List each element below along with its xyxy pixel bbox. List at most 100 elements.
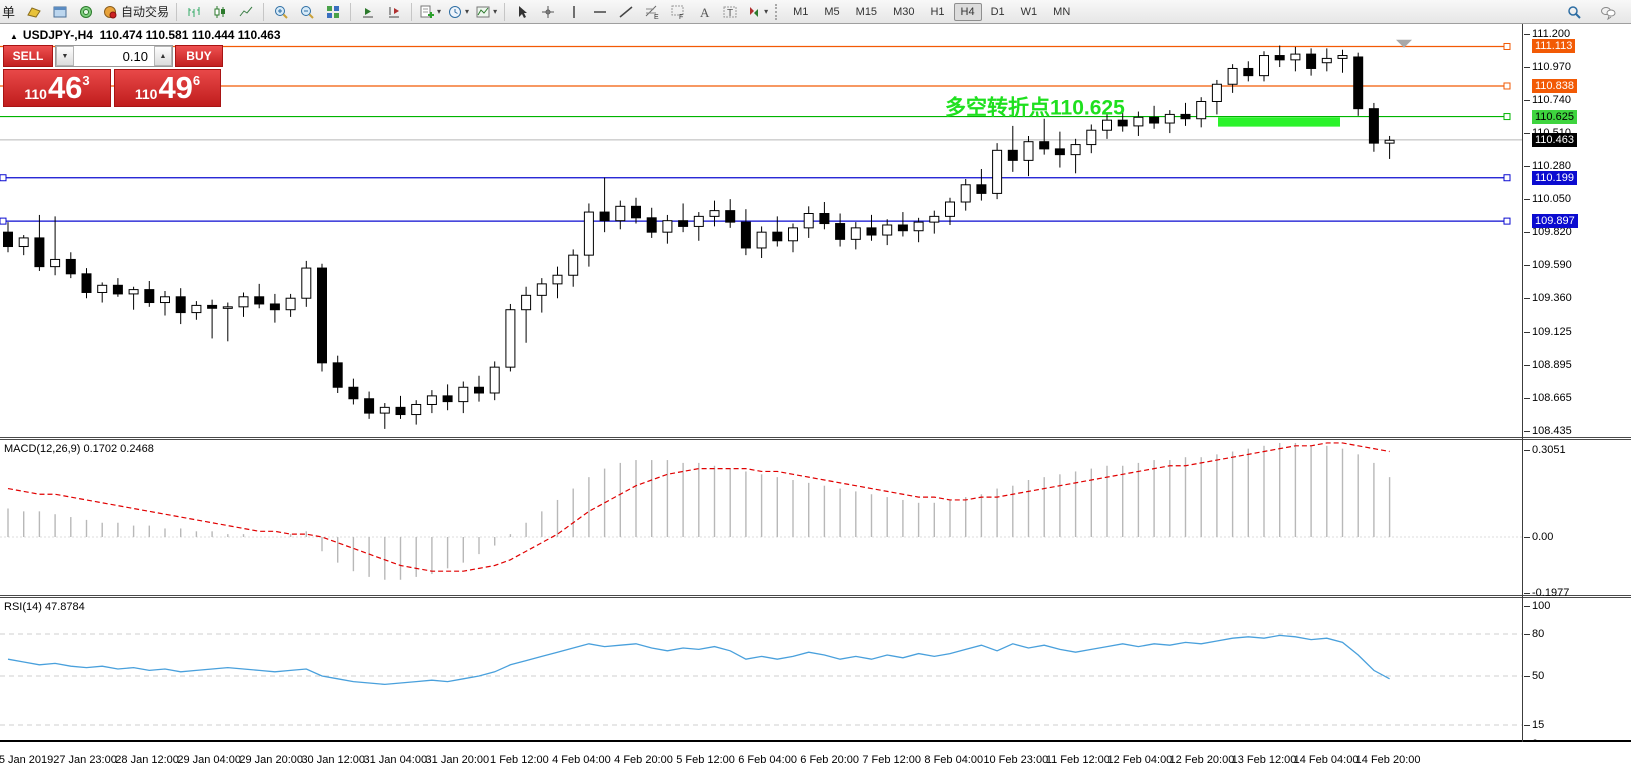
- candlestick: [851, 222, 860, 249]
- candlestick: [679, 203, 688, 232]
- volume-increase-button[interactable]: ▲: [154, 46, 172, 66]
- time-axis-label: 13 Feb 12:00: [1232, 754, 1297, 766]
- bar-chart-button[interactable]: [181, 1, 207, 23]
- zoom-out-button[interactable]: [294, 1, 320, 23]
- candlestick: [1275, 45, 1284, 67]
- candlestick: [302, 261, 311, 307]
- grid-button[interactable]: F: [665, 1, 691, 23]
- text-label-button[interactable]: T: [717, 1, 743, 23]
- time-axis[interactable]: 25 Jan 201927 Jan 23:0028 Jan 12:0029 Ja…: [0, 742, 1631, 772]
- candlestick: [349, 379, 358, 405]
- line-chart-icon: [238, 4, 254, 20]
- navigator-button[interactable]: [73, 1, 99, 23]
- crosshair-button[interactable]: [535, 1, 561, 23]
- trendline-button[interactable]: [613, 1, 639, 23]
- dropdown-caret-icon[interactable]: ▾: [764, 7, 768, 16]
- main-price-chart[interactable]: 多空转折点110.625: [0, 24, 1522, 437]
- pivot-annotation-text[interactable]: 多空转折点110.625: [945, 95, 1125, 119]
- pivot-highlight-rectangle[interactable]: [1218, 117, 1340, 126]
- price-axis[interactable]: 111.200110.970110.740110.510110.280110.0…: [1522, 24, 1631, 742]
- dropdown-caret-icon[interactable]: ▾: [465, 7, 469, 16]
- candlestick: [51, 216, 60, 275]
- hline-endpoint-marker[interactable]: [0, 175, 6, 181]
- menu-text[interactable]: 单: [2, 2, 15, 21]
- fibonacci-button[interactable]: E: [639, 1, 665, 23]
- candlestick: [537, 278, 546, 312]
- price-axis-tick: 110.050: [1532, 192, 1571, 206]
- candlestick: [961, 179, 970, 211]
- cursor-icon: [514, 4, 530, 20]
- timeframe-button-m15[interactable]: M15: [849, 3, 884, 21]
- autotrade-button: [102, 4, 118, 20]
- cursor-button[interactable]: [509, 1, 535, 23]
- timeframe-button-m30[interactable]: M30: [886, 3, 921, 21]
- horizontal-line-button[interactable]: [587, 1, 613, 23]
- buy-button[interactable]: BUY: [175, 45, 223, 67]
- candlestick: [1354, 53, 1363, 116]
- volume-input[interactable]: 0.10: [74, 46, 154, 66]
- candlestick: [161, 291, 170, 315]
- timeframe-button-m5[interactable]: M5: [817, 3, 846, 21]
- autotrade-button[interactable]: 自动交易: [99, 1, 172, 23]
- timeframe-button-h1[interactable]: H1: [923, 3, 951, 21]
- new-order-button[interactable]: [21, 1, 47, 23]
- chart-shift-button[interactable]: [381, 1, 407, 23]
- candlestick: [270, 294, 279, 323]
- price-level-label: 110.838: [1532, 79, 1577, 93]
- macd-indicator-chart[interactable]: [0, 440, 1522, 595]
- candlestick: [1181, 103, 1190, 126]
- toolbar-grip[interactable]: [775, 4, 781, 20]
- zoom-in-button[interactable]: [268, 1, 294, 23]
- time-axis-label: 31 Jan 20:00: [426, 754, 490, 766]
- candlestick: [977, 169, 986, 201]
- hline-endpoint-marker[interactable]: [1504, 83, 1510, 89]
- candlestick: [741, 209, 750, 255]
- panel-divider[interactable]: [0, 595, 1631, 598]
- vertical-line-button[interactable]: [561, 1, 587, 23]
- search-button[interactable]: [1561, 1, 1587, 23]
- tile-windows-button[interactable]: [320, 1, 346, 23]
- indicators-button[interactable]: ▾: [472, 1, 500, 23]
- candlestick-chart-button[interactable]: [207, 1, 233, 23]
- dropdown-caret-icon[interactable]: ▾: [437, 7, 441, 16]
- candlestick: [836, 214, 845, 247]
- new-chart-icon: [419, 4, 435, 20]
- hline-endpoint-marker[interactable]: [1504, 175, 1510, 181]
- candlestick: [66, 252, 75, 278]
- timeframe-button-m1[interactable]: M1: [786, 3, 815, 21]
- line-chart-button[interactable]: [233, 1, 259, 23]
- auto-scroll-button[interactable]: [355, 1, 381, 23]
- sell-price-display[interactable]: 110 46 3: [3, 69, 111, 107]
- timeframe-button-d1[interactable]: D1: [984, 3, 1012, 21]
- time-axis-label: 8 Feb 04:00: [924, 754, 983, 766]
- hline-endpoint-marker[interactable]: [1504, 218, 1510, 224]
- grid-icon: F: [670, 4, 686, 20]
- dropdown-caret-icon[interactable]: ▾: [493, 7, 497, 16]
- arrows-button[interactable]: ▾: [743, 1, 771, 23]
- panel-divider[interactable]: [0, 437, 1631, 440]
- chat-icon: [1600, 4, 1616, 20]
- hline-endpoint-marker[interactable]: [1504, 43, 1510, 49]
- volume-decrease-button[interactable]: ▼: [56, 46, 74, 66]
- text-button[interactable]: A: [691, 1, 717, 23]
- chat-button[interactable]: [1595, 1, 1621, 23]
- rsi-indicator-chart[interactable]: [0, 598, 1522, 740]
- price-axis-tick: 108.435: [1532, 424, 1572, 438]
- new-order-icon: [26, 4, 42, 20]
- timeframe-button-w1[interactable]: W1: [1014, 3, 1045, 21]
- hline-endpoint-marker[interactable]: [1504, 114, 1510, 120]
- periods-clock-button[interactable]: ▾: [444, 1, 472, 23]
- sell-button[interactable]: SELL: [3, 45, 53, 67]
- buy-price-display[interactable]: 110 49 6: [114, 69, 221, 107]
- marketwatch-button[interactable]: [47, 1, 73, 23]
- zoom-out-icon: [299, 4, 315, 20]
- candlestick: [223, 303, 232, 342]
- search-icon: [1566, 4, 1582, 20]
- rsi-axis-tick: 100: [1532, 599, 1550, 613]
- crosshair-icon: [540, 4, 556, 20]
- hline-endpoint-marker[interactable]: [0, 218, 6, 224]
- timeframe-button-h4[interactable]: H4: [954, 3, 982, 21]
- time-axis-label: 25 Jan 2019: [0, 754, 53, 766]
- new-chart-button[interactable]: ▾: [416, 1, 444, 23]
- timeframe-button-mn[interactable]: MN: [1046, 3, 1077, 21]
